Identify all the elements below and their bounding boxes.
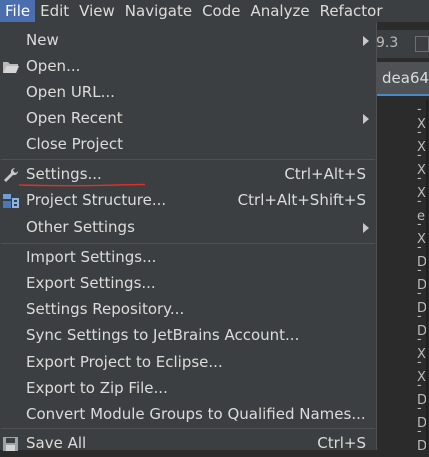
project-structure-icon (3, 194, 19, 208)
menu-item-save-all[interactable]: Save All Ctrl+S (0, 431, 376, 457)
menu-item-shortcut: Ctrl+Alt+Shift+S (237, 191, 366, 209)
menu-item-convert-module-groups[interactable]: Convert Module Groups to Qualified Names… (0, 402, 376, 428)
submenu-arrow-icon (363, 114, 369, 124)
breadcrumb: 9.3 (368, 30, 429, 59)
menu-item-label: Sync Settings to JetBrains Account... (26, 326, 300, 344)
menu-item-label: Open URL... (26, 83, 115, 101)
menu-bar: File Edit View Navigate Code Analyze Ref… (0, 0, 429, 22)
folder-icon (3, 62, 19, 73)
menu-item-label: Export to Zip File... (26, 379, 168, 397)
red-underline-annotation (18, 183, 146, 187)
editor-tab[interactable]: dea64. (368, 62, 429, 96)
menu-item-label: Open Recent (26, 109, 123, 127)
menu-item-label: Export Settings... (26, 274, 156, 292)
menu-item-shortcut: Ctrl+S (317, 434, 366, 452)
menu-item-other-settings[interactable]: Other Settings (0, 215, 376, 241)
menu-item-label: Export Project to Eclipse... (26, 353, 223, 371)
menu-item-label: Close Project (26, 135, 123, 153)
menu-item-label: Open... (26, 57, 81, 75)
menu-item-open-recent[interactable]: Open Recent (0, 106, 376, 132)
menu-separator (1, 159, 375, 160)
panel-icon[interactable] (415, 36, 429, 52)
submenu-arrow-icon (363, 223, 369, 233)
menu-refactor[interactable]: Refactor (315, 0, 388, 22)
breadcrumb-text: 9.3 (376, 35, 399, 51)
menu-navigate[interactable]: Navigate (120, 0, 197, 22)
menu-file[interactable]: File (0, 0, 36, 22)
menu-item-label: Convert Module Groups to Qualified Names… (26, 405, 366, 423)
menu-item-label: Save All (26, 434, 87, 452)
submenu-arrow-icon (363, 36, 369, 46)
menu-view[interactable]: View (74, 0, 120, 22)
menu-separator (1, 428, 375, 429)
menu-item-export-zip[interactable]: Export to Zip File... (0, 376, 376, 402)
menu-item-open[interactable]: Open... (0, 54, 376, 80)
menu-item-label: Project Structure... (26, 191, 167, 209)
menu-item-open-url[interactable]: Open URL... (0, 80, 376, 106)
menu-item-shortcut: Ctrl+Alt+S (284, 165, 366, 183)
editor-text-area: -X -X -X -X -e -X -D -D -D -D -X -X -D -… (405, 100, 429, 454)
editor-tab-label: dea64. (382, 69, 429, 87)
menu-item-label: New (26, 31, 59, 49)
menu-edit[interactable]: Edit (35, 0, 74, 22)
menu-item-close-project[interactable]: Close Project (0, 132, 376, 158)
menu-item-new[interactable]: New (0, 28, 376, 54)
menu-item-label: Import Settings... (26, 248, 157, 266)
wrench-icon (4, 167, 19, 182)
file-menu-dropdown: New Open... Open URL... Open Recent Clos… (0, 22, 377, 452)
menu-item-export-settings[interactable]: Export Settings... (0, 271, 376, 297)
menu-item-settings-repository[interactable]: Settings Repository... (0, 297, 376, 323)
menu-code[interactable]: Code (197, 0, 245, 22)
menu-item-import-settings[interactable]: Import Settings... (0, 245, 376, 271)
menu-item-label: Settings... (26, 165, 102, 183)
menu-item-export-eclipse[interactable]: Export Project to Eclipse... (0, 350, 376, 376)
scrollbar-track[interactable] (426, 100, 428, 450)
menu-analyze[interactable]: Analyze (245, 0, 314, 22)
menu-item-label: Settings Repository... (26, 300, 185, 318)
menu-item-sync-settings[interactable]: Sync Settings to JetBrains Account... (0, 323, 376, 349)
menu-separator (1, 243, 375, 244)
menu-item-label: Other Settings (26, 218, 135, 236)
menu-item-project-structure[interactable]: Project Structure... Ctrl+Alt+Shift+S (0, 188, 376, 214)
